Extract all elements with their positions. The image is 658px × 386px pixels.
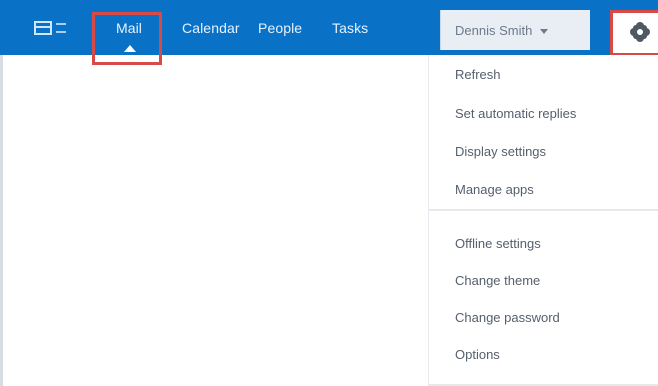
menu-icon [56,23,66,33]
settings-dropdown-menu: Refresh Set automatic replies Display se… [428,55,658,386]
menu-item-set-automatic-replies[interactable]: Set automatic replies [455,101,576,125]
user-name: Dennis Smith [455,22,533,38]
menu-item-change-theme-label: Change theme [455,272,541,288]
menu-item-change-password[interactable]: Change password [455,305,560,329]
menu-item-options[interactable]: Options [455,342,500,366]
menu-item-refresh-label: Refresh [455,66,501,82]
menu-item-display-settings[interactable]: Display settings [455,139,546,163]
menu-item-change-password-label: Change password [455,309,560,325]
outlook-web-app: Mail Calendar People Tasks Dennis Smith … [0,0,658,386]
menu-item-manage-apps-label: Manage apps [455,181,534,197]
menu-item-offline-settings[interactable]: Offline settings [455,231,541,255]
tab-calendar-label: Calendar [182,19,240,36]
menu-item-options-label: Options [455,346,500,362]
menu-item-refresh[interactable]: Refresh [455,62,501,86]
menu-item-offline-settings-label: Offline settings [455,235,541,251]
menu-item-display-settings-label: Display settings [455,143,547,159]
tab-mail-label: Mail [115,19,143,36]
tab-calendar[interactable]: Calendar [182,0,240,55]
tab-people-label: People [258,19,303,36]
menu-item-set-automatic-replies-label: Set automatic replies [455,105,577,121]
top-navigation-bar: Mail Calendar People Tasks Dennis Smith [0,0,658,65]
app-launcher[interactable] [34,18,80,38]
tab-people[interactable]: People [258,0,302,55]
tab-tasks[interactable]: Tasks [332,0,368,55]
tab-tasks-label: Tasks [332,19,369,36]
menu-item-manage-apps[interactable]: Manage apps [455,177,534,201]
grid-icon [34,21,52,35]
chevron-down-icon [540,28,549,34]
user-menu-button[interactable]: Dennis Smith [440,10,590,50]
active-tab-indicator [124,45,136,52]
gear-icon [632,24,648,40]
left-pane-border [0,55,3,386]
menu-divider [429,209,658,211]
menu-item-change-theme[interactable]: Change theme [455,268,540,292]
